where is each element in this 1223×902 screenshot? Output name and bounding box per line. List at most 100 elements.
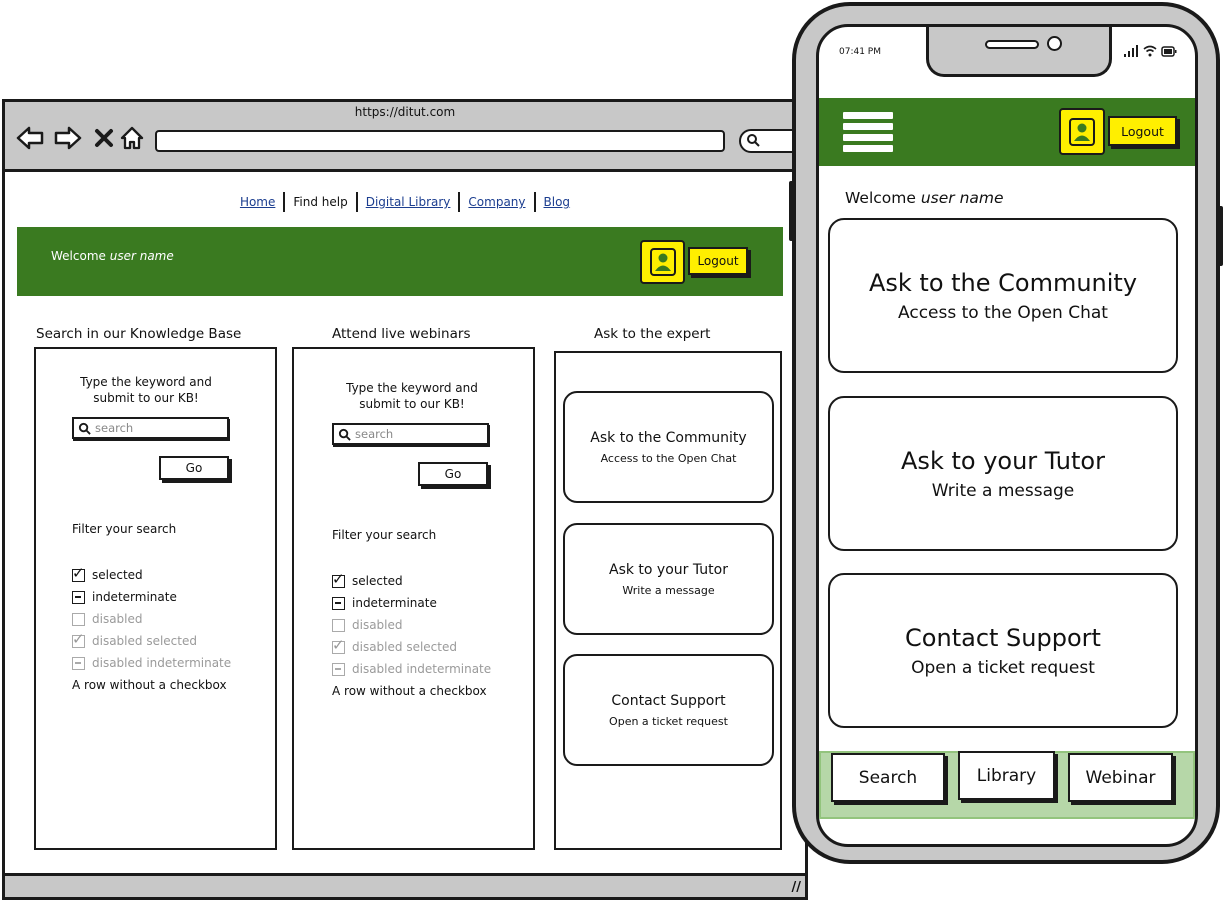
logout-button[interactable]: Logout — [1108, 116, 1177, 146]
tab-search[interactable]: Search — [831, 753, 945, 802]
phone-notch — [926, 27, 1112, 77]
search-icon — [78, 422, 91, 435]
checkbox-label: selected — [352, 574, 403, 588]
signal-icon — [1124, 45, 1138, 57]
webinars-column-title: Attend live webinars — [332, 326, 471, 342]
webinars-checkbox-list: ✓ selected indeterminate disabled ✓ disa… — [332, 570, 491, 702]
welcome-label: Welcome — [51, 249, 106, 263]
user-name: user name — [109, 249, 174, 263]
checkbox-disabled-indeterminate — [72, 656, 85, 670]
app-card-community[interactable]: Ask to the Community Access to the Open … — [828, 218, 1178, 373]
bottom-tab-bar: Search Library Webinar — [819, 751, 1195, 819]
card-subtitle: Access to the Open Chat — [898, 302, 1108, 323]
checkbox-checked[interactable]: ✓ — [332, 570, 345, 588]
browser-toolbar: https://ditut.com — [5, 102, 809, 172]
forward-arrow-icon[interactable] — [53, 124, 83, 152]
expert-card-support[interactable]: Contact Support Open a ticket request — [563, 654, 774, 766]
phone-screen: 07:41 PM Logout Welcome user name Ask to… — [816, 24, 1198, 847]
checkbox-disabled-indeterminate — [332, 662, 345, 676]
search-icon — [746, 132, 760, 151]
home-icon[interactable] — [117, 124, 147, 152]
status-time: 07:41 PM — [839, 47, 881, 57]
checkbox-disabled — [72, 612, 85, 626]
resize-grip-icon[interactable]: // — [792, 880, 802, 895]
site-nav: Home Find help Digital Library Company B… — [5, 192, 805, 212]
expert-card-tutor[interactable]: Ask to your Tutor Write a message — [563, 523, 774, 635]
menu-icon[interactable] — [843, 112, 893, 152]
app-card-support[interactable]: Contact Support Open a ticket request — [828, 573, 1178, 728]
expert-panel: Ask to the Community Access to the Open … — [554, 351, 782, 850]
expert-card-community[interactable]: Ask to the Community Access to the Open … — [563, 391, 774, 503]
checkbox-row-indeterminate[interactable]: indeterminate — [332, 592, 491, 614]
kb-go-button[interactable]: Go — [159, 456, 229, 480]
close-icon[interactable] — [89, 124, 119, 152]
card-subtitle: Access to the Open Chat — [600, 451, 737, 465]
logout-button[interactable]: Logout — [688, 247, 748, 275]
kb-panel: Type the keyword and submit to our KB! s… — [34, 347, 277, 850]
web-header-bar: Welcome user name Logout — [17, 227, 783, 296]
welcome-label: Welcome — [845, 189, 916, 207]
checkbox-checked[interactable]: ✓ — [72, 564, 85, 582]
avatar[interactable] — [1059, 108, 1105, 155]
checkbox-indeterminate[interactable] — [72, 590, 85, 604]
checkbox-row-disabled: disabled — [72, 608, 231, 630]
checkbox-row-disabled: disabled — [332, 614, 491, 636]
search-icon — [338, 428, 351, 441]
checkbox-label: indeterminate — [352, 596, 437, 610]
card-subtitle: Open a ticket request — [911, 657, 1095, 678]
webinars-filter-title: Filter your search — [332, 528, 437, 542]
tab-library[interactable]: Library — [958, 751, 1055, 800]
checkbox-row-indeterminate[interactable]: indeterminate — [72, 586, 231, 608]
card-title: Ask to your Tutor — [609, 561, 728, 578]
kb-keyword-hint: Type the keyword and submit to our KB! — [80, 375, 212, 405]
card-title: Ask to the Community — [868, 268, 1138, 297]
avatar[interactable] — [640, 240, 685, 284]
app-header-bar: Logout — [819, 98, 1195, 166]
nav-link-company[interactable]: Company — [460, 195, 533, 209]
card-subtitle: Open a ticket request — [609, 714, 728, 728]
checkbox-row-selected[interactable]: ✓ selected — [332, 570, 491, 592]
nav-link-blog[interactable]: Blog — [536, 195, 579, 209]
card-title: Contact Support — [905, 623, 1101, 652]
checkbox-label: disabled — [92, 612, 143, 626]
checkbox-disabled-checked: ✓ — [332, 635, 345, 654]
checkbox-row-disabled-indeterminate: disabled indeterminate — [332, 658, 491, 680]
checkbox-indeterminate[interactable] — [332, 596, 345, 610]
checkbox-disabled-checked: ✓ — [72, 629, 85, 648]
back-arrow-icon[interactable] — [15, 124, 45, 152]
card-subtitle: Write a message — [622, 583, 715, 597]
row-without-checkbox: A row without a checkbox — [332, 684, 487, 698]
webinars-keyword-hint: Type the keyword and submit to our KB! — [346, 381, 478, 411]
app-card-tutor[interactable]: Ask to your Tutor Write a message — [828, 396, 1178, 551]
checkbox-label: disabled selected — [352, 640, 457, 654]
tab-webinar[interactable]: Webinar — [1068, 753, 1173, 802]
camera-icon — [1047, 36, 1062, 51]
browser-status-bar: // — [5, 873, 805, 897]
nav-link-home[interactable]: Home — [232, 195, 283, 209]
card-title: Contact Support — [611, 692, 726, 709]
welcome-text: Welcome user name — [845, 189, 1004, 207]
user-icon — [1069, 117, 1095, 146]
checkbox-row-selected[interactable]: ✓ selected — [72, 564, 231, 586]
battery-icon — [1161, 45, 1177, 57]
nav-link-find-help[interactable]: Find help — [285, 195, 355, 209]
checkbox-row-disabled-selected: ✓ disabled selected — [332, 636, 491, 658]
kb-search-input[interactable]: search — [72, 417, 229, 439]
expert-column-title: Ask to the expert — [594, 326, 711, 342]
user-icon — [649, 248, 676, 276]
card-title: Ask to your Tutor — [901, 446, 1105, 475]
kb-filter-title: Filter your search — [72, 522, 177, 536]
webinars-panel: Type the keyword and submit to our KB! s… — [292, 347, 535, 850]
browser-url-title: https://ditut.com — [354, 105, 456, 119]
webinars-search-placeholder: search — [355, 427, 394, 441]
speaker-icon — [985, 40, 1039, 49]
webinars-go-button[interactable]: Go — [418, 462, 488, 486]
address-bar[interactable] — [155, 130, 725, 152]
nav-link-digital-library[interactable]: Digital Library — [358, 195, 459, 209]
welcome-text: Welcome user name — [51, 249, 174, 263]
card-title: Ask to the Community — [590, 429, 747, 446]
webinars-search-input[interactable]: search — [332, 423, 489, 445]
checkbox-label: disabled — [352, 618, 403, 632]
browser-window: https://ditut.com Home Find help Digital… — [2, 99, 809, 900]
checkbox-label: indeterminate — [92, 590, 177, 604]
